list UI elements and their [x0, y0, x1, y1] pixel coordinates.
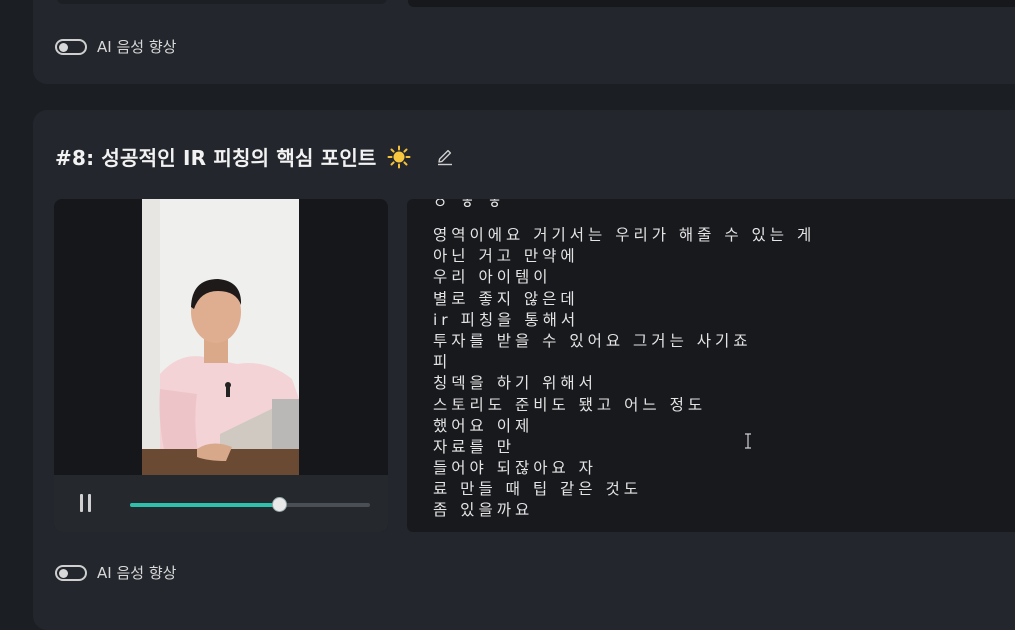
speaker-video-still	[142, 199, 299, 475]
transcript-line: 영역이에요 거기서는 우리가 해줄 수 있는 게	[433, 226, 816, 244]
transcript-line: 투자를 받을 수 있어요 그거는 사기죠	[433, 331, 752, 350]
text-cursor-icon	[745, 433, 751, 449]
transcript-clipped-line: ㅇ ㅎ ㅎ	[433, 199, 506, 212]
video-player[interactable]	[54, 199, 388, 532]
playback-progress-bar[interactable]	[130, 497, 370, 512]
previous-transcript-panel-edge	[408, 0, 1015, 7]
transcript-line: 료 만들 때 팁 같은 것도	[433, 480, 642, 499]
pause-icon[interactable]	[78, 494, 94, 514]
video-frame[interactable]	[142, 199, 299, 475]
toggle-knob	[59, 42, 68, 52]
transcript-line: ir 피칭을 통해서	[433, 310, 580, 329]
clip-header: #8: 성공적인 IR 피칭의 핵심 포인트	[55, 142, 455, 171]
transcript-lines: 영역이에요 거기서는 우리가 해줄 수 있는 게아닌 거고 만약에우리 아이템이…	[433, 225, 815, 522]
clip-title: #8: 성공적인 IR 피칭의 핵심 포인트	[55, 146, 377, 170]
ai-voice-enhance-row: AI 음성 향상	[55, 562, 176, 583]
playback-progress-fill	[130, 503, 279, 507]
transcript-line: 스토리도 준비도 됐고 어느 정도	[433, 395, 707, 414]
ai-voice-enhance-row: AI 음성 향상	[55, 36, 176, 57]
transcript-line: 했어요 이제	[433, 416, 534, 435]
transcript-line: 들어야 되잖아요 자	[433, 459, 597, 478]
previous-clip-card: AI 음성 향상	[33, 0, 1015, 84]
transcript-line: 아닌 거고 만약에	[433, 247, 579, 266]
transcript-panel[interactable]: ㅇ ㅎ ㅎ 영역이에요 거기서는 우리가 해줄 수 있는 게아닌 거고 만약에우…	[407, 199, 1015, 532]
player-controls	[54, 475, 388, 532]
transcript-line: 칭덱을 하기 위해서	[433, 374, 597, 393]
clip-card: #8: 성공적인 IR 피칭의 핵심 포인트 ㅇ ㅎ ㅎ 영역이에요 거기서는 …	[33, 110, 1015, 630]
transcript-line: 우리 아이템이	[433, 268, 552, 287]
playback-scrubber-handle[interactable]	[271, 497, 287, 512]
ai-voice-enhance-label: AI 음성 향상	[97, 38, 177, 56]
sun-icon	[387, 145, 411, 168]
previous-video-panel-edge	[57, 0, 387, 4]
transcript-line: 피	[433, 353, 452, 372]
toggle-knob	[59, 568, 68, 578]
ai-voice-enhance-label: AI 음성 향상	[97, 564, 177, 582]
ai-voice-enhance-toggle[interactable]	[55, 38, 87, 55]
ai-voice-enhance-toggle[interactable]	[55, 564, 87, 581]
pencil-icon[interactable]	[435, 147, 455, 167]
transcript-line: 좀 있을까요	[433, 501, 534, 520]
transcript-line: 자료를 만	[433, 437, 515, 456]
transcript-line: 별로 좋지 않은데	[433, 289, 579, 308]
